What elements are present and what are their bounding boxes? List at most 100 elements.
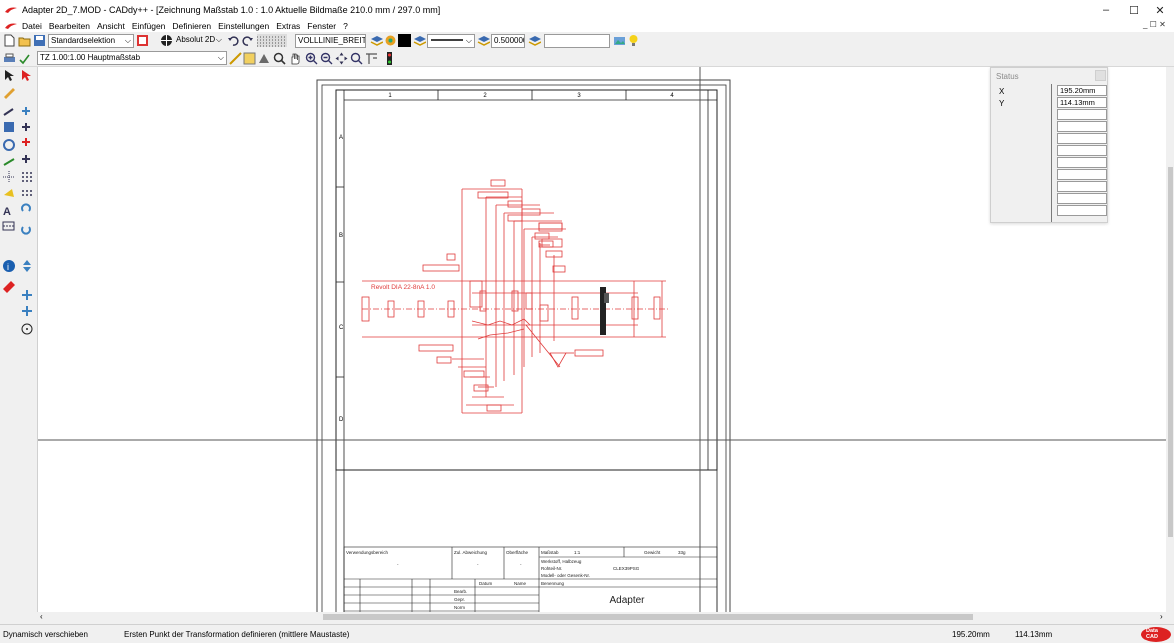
grid-icon[interactable] <box>257 34 287 47</box>
status-cell <box>1057 181 1107 192</box>
info-icon[interactable]: i <box>3 260 31 272</box>
status-panel-close-button[interactable] <box>1095 70 1106 81</box>
close-button[interactable]: ✕ <box>1146 0 1174 20</box>
tool-palette-icons: A i <box>2 70 33 335</box>
window-title: Adapter 2D_7.MOD - CADdy++ - [Zeichnung … <box>22 5 441 15</box>
svg-text:A: A <box>3 206 11 218</box>
line-tool-icon[interactable] <box>3 107 30 116</box>
line-width-input[interactable]: 0.500000 <box>491 34 525 48</box>
zoom-window-icon[interactable] <box>243 52 256 65</box>
minimize-button[interactable]: – <box>1092 0 1120 20</box>
zoom-in-icon[interactable] <box>305 52 318 65</box>
edit-check-icon[interactable] <box>18 52 31 65</box>
open-folder-icon[interactable] <box>18 34 31 47</box>
horizontal-scroll-thumb[interactable] <box>323 614 973 620</box>
row-label-a: A <box>339 135 343 141</box>
status-x-value: 195.20mm <box>952 630 990 639</box>
tb-verwendung: Verwendungsbereich <box>346 550 389 555</box>
hatch-icon[interactable] <box>2 221 31 235</box>
zoom-all-icon[interactable] <box>258 52 271 65</box>
caddy-logo-icon <box>5 7 17 13</box>
status-cell <box>1057 169 1107 180</box>
tb-massstab-val: 1:1 <box>574 550 581 555</box>
scale-toolbar: TZ 1.00:1.00 Hauptmaßstab ⌵ <box>0 50 1174 67</box>
zoom-out-icon[interactable] <box>320 52 333 65</box>
select-arrow-red-icon[interactable] <box>22 70 31 81</box>
line-style-select[interactable]: ⌵ <box>427 34 475 48</box>
linetype-select[interactable]: VOLLLINIE_BREIT <box>295 34 366 48</box>
eraser-icon[interactable] <box>3 281 32 300</box>
dimension-icon[interactable] <box>3 155 30 166</box>
tb-benennung: Benennung <box>541 581 565 586</box>
tb-oberflaeche: Oberfläche <box>506 550 529 555</box>
selection-mode-select[interactable]: Standardselektion ⌵ <box>48 34 134 48</box>
select-arrow-icon[interactable] <box>5 70 14 81</box>
status-divider <box>1051 84 1052 222</box>
scroll-left-icon[interactable]: ‹ <box>40 612 43 621</box>
zoom-icon[interactable] <box>273 52 286 65</box>
row-label-c: C <box>339 325 344 331</box>
text-tool-icon[interactable]: A <box>3 203 31 218</box>
status-cell <box>1057 145 1107 156</box>
new-file-icon[interactable] <box>3 34 16 47</box>
row-label-d: D <box>339 417 344 423</box>
tb-modell: Modell- oder Gesenk-Nr. <box>541 573 590 578</box>
redo-icon[interactable] <box>241 34 254 47</box>
menu-einfuegen[interactable]: Einfügen <box>132 21 166 31</box>
menu-datei[interactable]: Datei <box>22 21 42 31</box>
vertical-scrollbar[interactable] <box>1166 67 1174 612</box>
tb-norm: Norm <box>454 605 465 610</box>
move-icon[interactable] <box>22 306 32 316</box>
save-icon[interactable] <box>33 34 46 47</box>
pencil-icon[interactable] <box>4 88 15 99</box>
circle-target-icon[interactable] <box>21 323 33 335</box>
scale-select[interactable]: TZ 1.00:1.00 Hauptmaßstab ⌵ <box>37 51 227 65</box>
rotate-icon[interactable] <box>3 138 30 151</box>
measure-icon[interactable] <box>229 52 242 65</box>
snap-icon[interactable] <box>4 189 32 197</box>
document-icon <box>5 23 17 29</box>
color-swatch[interactable] <box>398 34 411 47</box>
select-filter-icon[interactable] <box>136 34 149 47</box>
print-icon[interactable] <box>3 52 16 65</box>
point-grid-icon[interactable] <box>3 171 32 183</box>
coordinate-globe-icon[interactable] <box>160 34 173 47</box>
horizontal-scrollbar[interactable]: ‹ › <box>38 612 1168 622</box>
tb-massstab: Maßstab <box>541 550 559 555</box>
linetype-stack-icon[interactable] <box>413 34 426 47</box>
menu-ansicht[interactable]: Ansicht <box>97 21 125 31</box>
status-mode: Dynamisch verschieben <box>3 630 88 639</box>
vertical-scroll-thumb[interactable] <box>1168 167 1173 537</box>
picture-icon[interactable] <box>613 34 626 47</box>
status-cell <box>1057 205 1107 216</box>
status-bar: Dynamisch verschieben Ersten Punkt der T… <box>0 624 1174 643</box>
layer-stack-icon[interactable] <box>370 34 383 47</box>
width-stack-icon[interactable] <box>477 34 490 47</box>
coord-mode-select[interactable]: Absolut 2D ⌵ <box>174 34 224 48</box>
color-picker-icon[interactable] <box>384 34 397 47</box>
menu-extras[interactable]: Extras <box>276 21 300 31</box>
zoom-fit-icon[interactable] <box>350 52 363 65</box>
transform-icon[interactable] <box>4 122 30 132</box>
menu-help[interactable]: ? <box>343 21 348 31</box>
tb-part-name: Adapter <box>609 595 645 606</box>
lightbulb-icon[interactable] <box>627 34 640 47</box>
pan-hand-icon[interactable] <box>289 52 302 65</box>
menu-definieren[interactable]: Definieren <box>172 21 211 31</box>
tb-gewicht-val: 33g <box>678 550 686 555</box>
menu-einstellungen[interactable]: Einstellungen <box>218 21 269 31</box>
maximize-button[interactable]: ☐ <box>1120 0 1148 20</box>
extra-input[interactable] <box>544 34 610 48</box>
status-panel[interactable]: Status X Y 195.20mm 114.13mm <box>990 67 1108 223</box>
undo-icon[interactable] <box>227 34 240 47</box>
status-value-x: 195.20mm <box>1057 85 1107 96</box>
mdi-window-controls[interactable]: _ ☐ ✕ <box>1143 20 1166 29</box>
traffic-light-icon[interactable] <box>383 52 396 65</box>
status-cell <box>1057 133 1107 144</box>
move-view-icon[interactable] <box>335 52 348 65</box>
scroll-right-icon[interactable]: › <box>1160 612 1163 621</box>
menu-fenster[interactable]: Fenster <box>307 21 336 31</box>
layout-icon[interactable] <box>365 52 378 65</box>
menu-bearbeiten[interactable]: Bearbeiten <box>49 21 90 31</box>
pen-stack-icon[interactable] <box>528 34 541 47</box>
